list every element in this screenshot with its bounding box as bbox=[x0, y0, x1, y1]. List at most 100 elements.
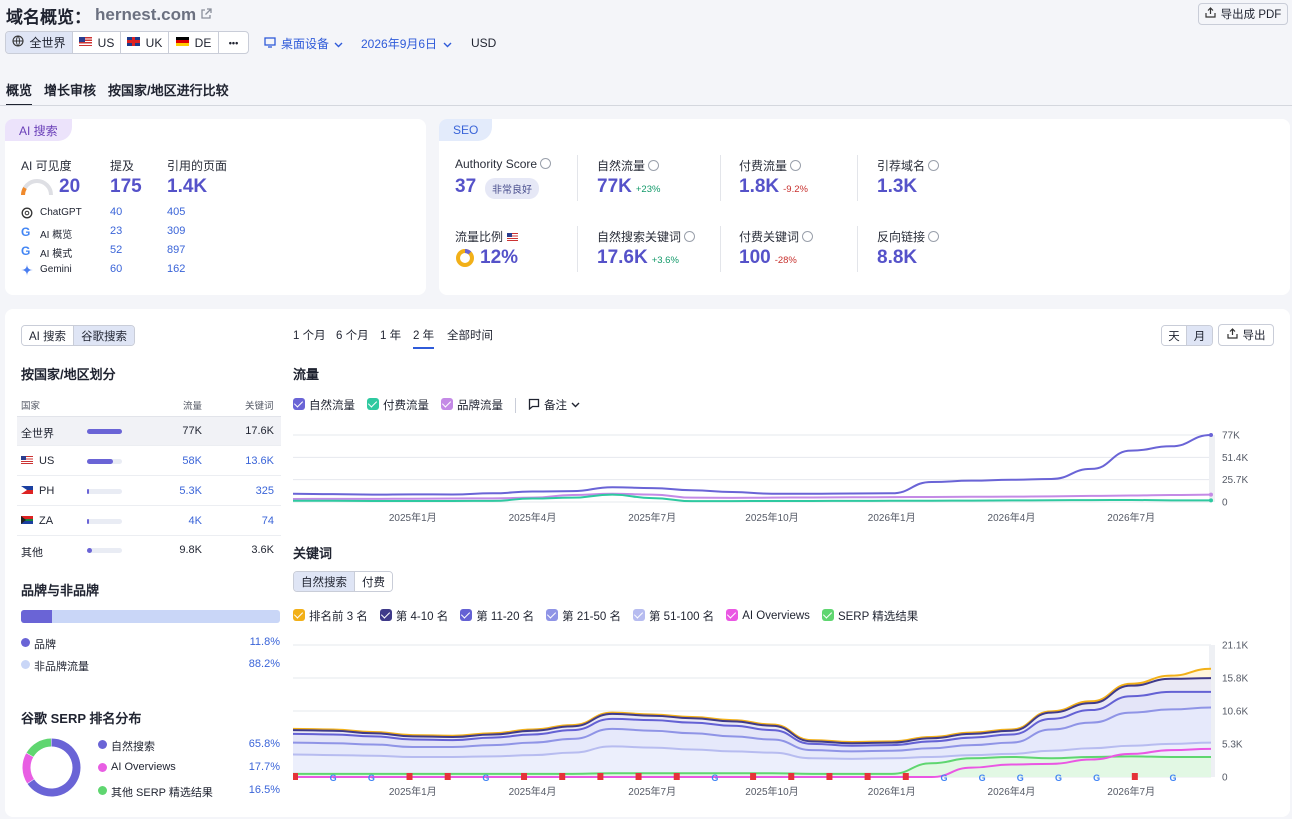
legend-pos-51-100[interactable]: 第 51-100 名 bbox=[632, 608, 714, 624]
google-update-marker[interactable]: G bbox=[979, 773, 986, 783]
legend-ai-overviews[interactable]: AI Overviews bbox=[726, 609, 810, 622]
event-flag-marker[interactable] bbox=[750, 773, 757, 780]
ai-platform-row: Gemini 60 162 bbox=[21, 263, 221, 279]
event-flag-marker[interactable] bbox=[673, 773, 680, 780]
more-regions-button[interactable]: ••• bbox=[219, 32, 248, 53]
range-6-months[interactable]: 6 个月 bbox=[336, 327, 369, 343]
google-update-marker[interactable]: G bbox=[368, 773, 375, 783]
event-flag-marker[interactable] bbox=[826, 773, 833, 780]
tab-overview[interactable]: 概览 bbox=[6, 80, 33, 106]
info-icon[interactable] bbox=[540, 158, 552, 170]
domain-name[interactable]: hernest.com bbox=[95, 5, 196, 25]
info-icon[interactable] bbox=[928, 231, 940, 243]
toggle-organic[interactable]: 自然搜索 bbox=[294, 572, 355, 591]
region-de[interactable]: DE bbox=[169, 32, 219, 53]
chevron-down-icon bbox=[334, 37, 343, 51]
google-update-marker[interactable]: G bbox=[940, 773, 947, 783]
event-flag-marker[interactable] bbox=[864, 773, 871, 780]
share-bar bbox=[87, 519, 89, 524]
ai-cited-pages-label: 引用的页面 bbox=[167, 159, 228, 173]
legend-pos-21-50[interactable]: 第 21-50 名 bbox=[546, 608, 621, 624]
event-flag-marker[interactable] bbox=[559, 773, 566, 780]
google-update-marker[interactable]: G bbox=[1055, 773, 1062, 783]
divider bbox=[857, 226, 858, 272]
ai-cited-pages-value[interactable]: 1.4K bbox=[167, 176, 207, 198]
event-flag-marker[interactable] bbox=[788, 773, 795, 780]
info-icon[interactable] bbox=[648, 160, 660, 172]
table-row[interactable]: PH 5.3K 325 bbox=[17, 475, 281, 505]
event-flag-marker[interactable] bbox=[406, 773, 413, 780]
table-row[interactable]: US 58K 13.6K bbox=[17, 445, 281, 475]
range-1-month[interactable]: 1 个月 bbox=[293, 327, 326, 343]
legend-paid-traffic[interactable]: 付费流量 bbox=[367, 397, 429, 413]
event-flag-marker[interactable] bbox=[293, 773, 298, 780]
table-row[interactable]: 全世界 77K 17.6K bbox=[17, 416, 281, 445]
legend-pos-4-10[interactable]: 第 4-10 名 bbox=[379, 608, 448, 624]
legend-pos-11-20[interactable]: 第 11-20 名 bbox=[460, 608, 534, 624]
event-flag-marker[interactable] bbox=[521, 773, 528, 780]
google-update-marker[interactable]: G bbox=[1093, 773, 1100, 783]
external-link-icon[interactable] bbox=[200, 7, 212, 23]
tab-compare-countries[interactable]: 按国家/地区进行比较 bbox=[108, 80, 229, 99]
granularity-day[interactable]: 天 bbox=[1162, 326, 1187, 345]
event-flag-marker[interactable] bbox=[597, 773, 604, 780]
event-flag-marker[interactable] bbox=[902, 773, 909, 780]
table-row[interactable]: ZA 4K 74 bbox=[17, 505, 281, 535]
tab-growth-audit[interactable]: 增长审核 bbox=[44, 80, 96, 99]
info-icon[interactable] bbox=[928, 160, 940, 172]
info-icon[interactable] bbox=[684, 231, 696, 243]
checkbox-icon bbox=[726, 609, 739, 621]
checkbox-icon bbox=[441, 398, 453, 410]
backlinks-value[interactable]: 8.8K bbox=[877, 247, 917, 269]
google-update-marker[interactable]: G bbox=[1169, 773, 1176, 783]
legend-top3[interactable]: 排名前 3 名 bbox=[293, 608, 368, 624]
range-all-time[interactable]: 全部时间 bbox=[447, 327, 493, 343]
toggle-google-search[interactable]: 谷歌搜索 bbox=[74, 326, 135, 345]
ai-mentions-value[interactable]: 175 bbox=[110, 176, 142, 198]
serp-legend-row: AI Overviews 17.7% bbox=[98, 761, 280, 775]
toggle-paid[interactable]: 付费 bbox=[355, 572, 392, 591]
legend-organic-traffic[interactable]: 自然流量 bbox=[293, 397, 355, 413]
y-tick-label: 25.7K bbox=[1222, 475, 1248, 486]
tabs-divider bbox=[0, 105, 1292, 106]
table-row[interactable]: 其他 9.8K 3.6K bbox=[17, 535, 281, 563]
export-button[interactable]: 导出 bbox=[1218, 324, 1274, 346]
event-flag-marker[interactable] bbox=[635, 773, 642, 780]
google-update-marker[interactable]: G bbox=[330, 773, 337, 783]
x-tick-label: 2026年1月 bbox=[868, 785, 916, 798]
x-tick-label: 2025年10月 bbox=[745, 511, 798, 524]
info-icon[interactable] bbox=[802, 231, 814, 243]
traffic-chart-title: 流量 bbox=[293, 367, 320, 382]
ai-visibility-label: AI 可见度 bbox=[21, 159, 72, 173]
x-tick-label: 2025年7月 bbox=[628, 511, 676, 524]
x-tick-label: 2025年1月 bbox=[389, 785, 437, 798]
keywords-chart[interactable]: 0 5.3K 10.6K 15.8K 21.1K 2025年1月 2025年4月 2025年7… bbox=[293, 636, 1263, 804]
range-1-year[interactable]: 1 年 bbox=[380, 327, 401, 343]
legend-brand-traffic[interactable]: 品牌流量 bbox=[441, 397, 503, 413]
notes-dropdown[interactable]: 备注 bbox=[528, 397, 580, 413]
event-flag-marker[interactable] bbox=[1131, 773, 1138, 780]
granularity-month[interactable]: 月 bbox=[1187, 326, 1212, 345]
region-uk[interactable]: UK bbox=[121, 32, 169, 53]
info-icon[interactable] bbox=[790, 160, 802, 172]
brand-share-bar bbox=[21, 610, 280, 623]
device-selector[interactable]: 桌面设备 bbox=[264, 35, 343, 52]
x-tick-label: 2025年4月 bbox=[509, 785, 557, 798]
toggle-ai-search[interactable]: AI 搜索 bbox=[22, 326, 75, 345]
event-flag-marker[interactable] bbox=[444, 773, 451, 780]
google-update-marker[interactable]: G bbox=[482, 773, 489, 783]
legend-serp-features[interactable]: SERP 精选结果 bbox=[821, 608, 918, 624]
referring-domains-value[interactable]: 1.3K bbox=[877, 176, 917, 198]
region-worldwide[interactable]: 全世界 bbox=[6, 32, 73, 53]
traffic-chart[interactable]: 0 25.7K 51.4K 77K 2025年1月 2025年4月 2025年7月 2025年… bbox=[293, 425, 1263, 525]
date-selector[interactable]: 2026年9月6日 bbox=[361, 35, 452, 52]
legend-dot bbox=[98, 786, 107, 795]
ai-visibility-value: 20 bbox=[59, 176, 81, 197]
range-2-years[interactable]: 2 年 bbox=[413, 327, 435, 349]
region-us[interactable]: US bbox=[73, 32, 121, 53]
export-pdf-button[interactable]: 导出成 PDF bbox=[1198, 3, 1288, 25]
legend-divider bbox=[515, 397, 516, 413]
google-update-marker[interactable]: G bbox=[711, 773, 718, 783]
google-update-marker[interactable]: G bbox=[1017, 773, 1024, 783]
brand-section-title: 品牌与非品牌 bbox=[21, 583, 100, 598]
